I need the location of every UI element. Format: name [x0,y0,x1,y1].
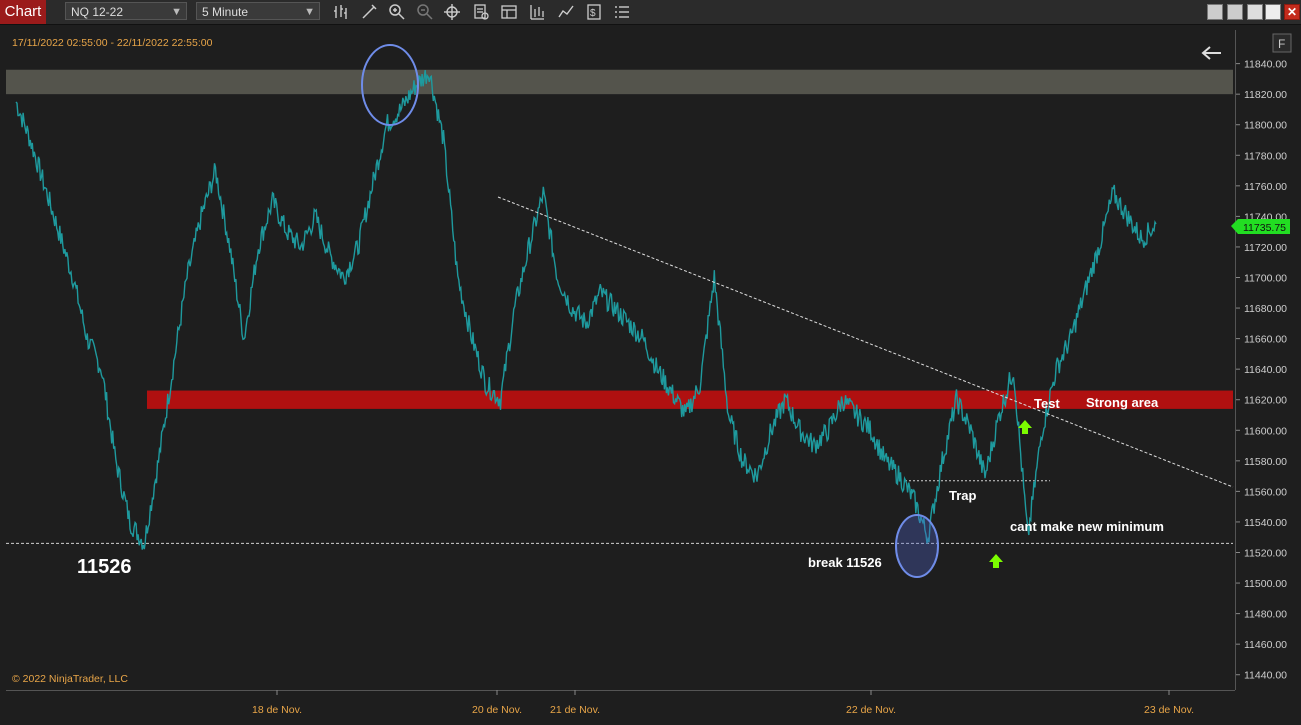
overlay-layer [361,44,1234,578]
strong-area-label: Strong area [1086,395,1159,410]
price-tick-label: 11820.00 [1244,89,1287,101]
price-tick-label: 11540.00 [1244,517,1287,529]
minimum-label: cant make new minimum [1010,519,1164,534]
series-layer [15,70,1157,550]
price-tick-label: 11760.00 [1244,181,1287,193]
price-tick-label: 11840.00 [1244,59,1287,71]
price-tick-label: 11660.00 [1244,334,1287,346]
date-range-label: 17/11/2022 02:55:00 - 22/11/2022 22:55:0… [12,37,213,49]
price-series-line [15,70,1157,550]
up-arrow-icon [1018,420,1032,434]
last-price-marker: 11735.75 [1231,219,1290,234]
trap-label: Trap [949,488,977,503]
up-arrow-icon [989,554,1003,568]
price-tick-label: 11560.00 [1244,486,1287,498]
top-resistance-zone [6,69,1233,95]
last-price-label: 11735.75 [1243,222,1286,234]
price-tick-label: 11460.00 [1244,639,1287,651]
f-button-label: F [1278,37,1285,51]
time-tick-label: 23 de Nov. [1144,704,1194,716]
price-tick-label: 11500.00 [1244,578,1287,590]
price-tick-label: 11520.00 [1244,548,1287,560]
price-tick-label: 11480.00 [1244,609,1287,621]
time-axis-ticks: 18 de Nov. 20 de Nov. 21 de Nov. 22 de Nov.… [252,690,1194,716]
price-tick-label: 11600.00 [1244,425,1287,437]
price-tick-label: 11700.00 [1244,273,1287,285]
price-tick-label: 11800.00 [1244,120,1287,132]
price-tick-label: 11580.00 [1244,456,1287,468]
level-label-11526: 11526 [77,556,132,578]
price-tick-label: 11640.00 [1244,364,1287,376]
time-tick-label: 18 de Nov. [252,704,302,716]
price-tick-label: 11620.00 [1244,395,1287,407]
back-arrow-icon[interactable] [1201,46,1221,60]
trend-line [497,196,1234,488]
break-highlight-circle [895,514,939,578]
price-tick-label: 11780.00 [1244,150,1287,162]
price-tick-label: 11720.00 [1244,242,1287,254]
price-tick-label: 11440.00 [1244,670,1287,682]
price-chart[interactable]: 11840.00 11820.00 11800.00 11780.00 11760.00… [0,0,1301,725]
time-tick-label: 20 de Nov. [472,704,522,716]
zones-layer [6,69,1233,544]
price-tick-label: 11680.00 [1244,303,1287,315]
copyright-label: © 2022 NinjaTrader, LLC [12,673,128,685]
time-tick-label: 21 de Nov. [550,704,600,716]
time-tick-label: 22 de Nov. [846,704,896,716]
break-label: break 11526 [808,555,882,570]
price-axis-ticks: 11840.00 11820.00 11800.00 11780.00 11760.00… [1236,59,1287,682]
test-label: Test [1034,396,1060,411]
